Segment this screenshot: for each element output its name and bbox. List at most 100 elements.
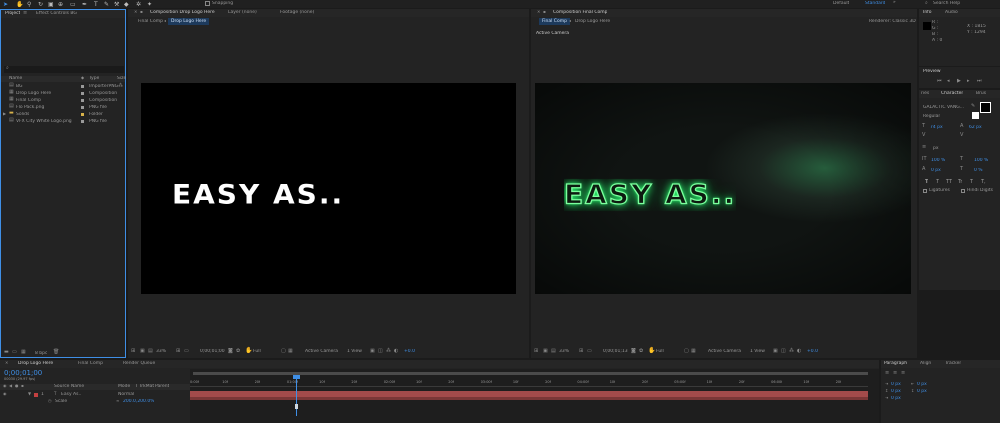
timeline-track-area[interactable]: 0:00f 10f 20f 01:00f 10f 20f 02:00f 10f 20f 03:00… xyxy=(190,369,879,423)
tab-audio[interactable]: Audio xyxy=(945,10,958,15)
list-item[interactable]: ▤ Flo Pack.png PNG file xyxy=(1,104,125,111)
list-item[interactable]: ▤ BG ImporterPNG ⁂ xyxy=(1,83,125,90)
close-icon[interactable]: ✕ xyxy=(5,361,8,365)
zoom-select[interactable]: 33% xyxy=(156,349,166,354)
tab-layer[interactable]: Layer (none) xyxy=(228,10,257,15)
tab-drop-logo-here[interactable]: Drop Logo Here xyxy=(18,361,53,366)
label-color-swatch[interactable] xyxy=(81,92,84,95)
indent-left-value[interactable]: 0 px xyxy=(891,382,901,387)
list-item[interactable]: ▦ Final Comp Composition xyxy=(1,97,125,104)
tab-composition[interactable]: Composition Final Comp xyxy=(553,10,607,15)
hand-tool-icon[interactable]: ✋ xyxy=(16,1,23,8)
play-icon[interactable]: ▶ xyxy=(957,79,961,84)
subtab-drop-logo[interactable]: Drop Logo Here xyxy=(575,19,610,24)
subtab-final-comp[interactable]: Final Comp xyxy=(539,18,570,26)
new-folder-icon[interactable]: ▭ xyxy=(12,350,17,355)
tab-paragraph[interactable]: Paragraph xyxy=(884,361,907,366)
subtab-drop-logo[interactable]: Drop Logo Here xyxy=(168,18,210,26)
snapshot-icon[interactable]: ◙ xyxy=(631,349,636,354)
label-color-swatch[interactable] xyxy=(81,113,84,116)
property-row[interactable]: ◷ Scale ∞ 200.0,200.0% xyxy=(0,398,190,405)
column-type[interactable]: Type xyxy=(89,76,99,81)
workspace-menu-icon[interactable]: » xyxy=(893,0,896,5)
column-mode[interactable]: Mode xyxy=(118,384,130,389)
camera-select[interactable]: Active Camera xyxy=(305,349,338,354)
reset-exposure-icon[interactable]: ◐ xyxy=(394,349,398,354)
pen-tool-icon[interactable]: ✒ xyxy=(82,1,87,8)
project-search-field[interactable]: ⌕ xyxy=(4,66,124,73)
tab-render-queue[interactable]: Render Queue xyxy=(123,361,155,366)
selection-tool-icon[interactable]: ➤ xyxy=(3,1,8,8)
camera-select[interactable]: Active Camera xyxy=(708,349,741,354)
toggle-pixel-icon[interactable]: ▣ xyxy=(370,349,375,354)
lock-icon[interactable]: ▪ xyxy=(543,10,546,14)
flowchart-icon[interactable]: ⁂ xyxy=(386,349,391,354)
tab-footage[interactable]: Footage (none) xyxy=(280,10,314,15)
subscript-button[interactable]: T, xyxy=(981,179,986,185)
tab-composition[interactable]: Composition Drop Logo Here xyxy=(150,10,215,15)
small-caps-button[interactable]: Tr xyxy=(958,179,962,185)
superscript-button[interactable]: T xyxy=(970,179,973,185)
puppet-tool-icon[interactable]: ✦ xyxy=(147,1,152,8)
font-family-select[interactable]: GALACTIC VANG... xyxy=(923,105,964,110)
faux-bold-button[interactable]: T xyxy=(925,179,928,185)
vertical-scale-value[interactable]: 100 % xyxy=(931,158,945,163)
label-color-swatch[interactable] xyxy=(34,393,38,397)
list-item[interactable]: ▦ Drop Logo Here Composition xyxy=(1,90,125,97)
indent-right-value[interactable]: 0 px xyxy=(917,382,927,387)
leading-value[interactable]: 62 px xyxy=(969,125,982,130)
snapping-checkbox[interactable] xyxy=(205,1,210,6)
label-color-swatch[interactable] xyxy=(81,106,84,109)
grid-icon[interactable]: ⊞ xyxy=(176,349,180,354)
toggle-pixel-icon[interactable]: ▣ xyxy=(773,349,778,354)
stroke-width-unit[interactable]: px xyxy=(933,146,939,151)
disclosure-triangle-icon[interactable]: ▶ xyxy=(3,112,6,116)
space-before-value[interactable]: 0 px xyxy=(891,389,901,394)
panel-menu-icon[interactable]: ≡ xyxy=(23,11,27,16)
space-after-value[interactable]: 0 px xyxy=(917,389,927,394)
transparency-icon[interactable]: ▦ xyxy=(691,349,696,354)
snapshot-icon[interactable]: ◙ xyxy=(228,349,233,354)
search-help-input[interactable]: Search Help xyxy=(933,1,960,6)
close-icon[interactable]: ✕ xyxy=(537,10,540,14)
trash-icon[interactable]: 🗑 xyxy=(53,350,59,355)
display-icon[interactable]: ▤ xyxy=(148,349,153,354)
tab-final-comp[interactable]: Final Comp xyxy=(78,361,103,366)
align-center-icon[interactable]: ≡ xyxy=(893,371,897,376)
magnifier-icon[interactable]: ⊞ xyxy=(131,349,135,354)
tab-brushes[interactable]: Brus xyxy=(976,91,986,96)
align-left-icon[interactable]: ≡ xyxy=(885,371,889,376)
label-color-swatch[interactable] xyxy=(81,99,84,102)
current-time[interactable]: 0;00;01;00 xyxy=(200,349,225,354)
brush-tool-icon[interactable]: ✎ xyxy=(104,1,109,8)
color-icon[interactable]: ✿ xyxy=(236,349,240,354)
layer-name[interactable]: Easy As.. xyxy=(61,392,81,397)
subtab-final-comp[interactable]: Final Comp xyxy=(138,19,163,24)
views-select[interactable]: 1 View xyxy=(750,349,765,354)
resolution-select[interactable]: Full xyxy=(656,349,664,354)
tab-effect-controls[interactable]: Effect Controls BG xyxy=(36,11,77,16)
font-style-select[interactable]: Regular xyxy=(923,114,940,119)
playhead-handle[interactable] xyxy=(293,375,300,379)
renderer-label[interactable]: Renderer: Classic 3D xyxy=(869,19,916,24)
time-ruler[interactable]: 0:00f 10f 20f 01:00f 10f 20f 02:00f 10f 20f 03:00… xyxy=(190,379,868,387)
label-color-swatch[interactable] xyxy=(81,85,84,88)
constrain-proportions-icon[interactable]: ∞ xyxy=(116,399,119,403)
transparency-icon[interactable]: ▦ xyxy=(288,349,293,354)
workspace-standard[interactable]: Standard xyxy=(865,1,885,6)
list-item[interactable]: ▤ VFX City White Logo.png PNG file xyxy=(1,118,125,125)
font-size-value[interactable]: 74 px xyxy=(930,125,943,130)
zoom-select[interactable]: 33% xyxy=(559,349,569,354)
clone-tool-icon[interactable]: ⚒ xyxy=(114,1,119,8)
column-trkmat[interactable]: T TrkMat xyxy=(135,384,154,389)
baseline-value[interactable]: 0 px xyxy=(931,168,941,173)
tsume-value[interactable]: 0 % xyxy=(974,168,983,173)
stroke-color-swatch[interactable] xyxy=(972,112,979,119)
zoom-tool-icon[interactable]: ⚲ xyxy=(27,1,31,8)
fill-color-swatch[interactable] xyxy=(980,102,991,113)
align-right-icon[interactable]: ≡ xyxy=(901,371,905,376)
next-frame-icon[interactable]: ▸ xyxy=(967,79,970,84)
label-color-swatch[interactable] xyxy=(81,120,84,123)
workspace-default[interactable]: Default xyxy=(833,1,849,6)
eyedropper-icon[interactable]: ✎ xyxy=(971,104,975,109)
